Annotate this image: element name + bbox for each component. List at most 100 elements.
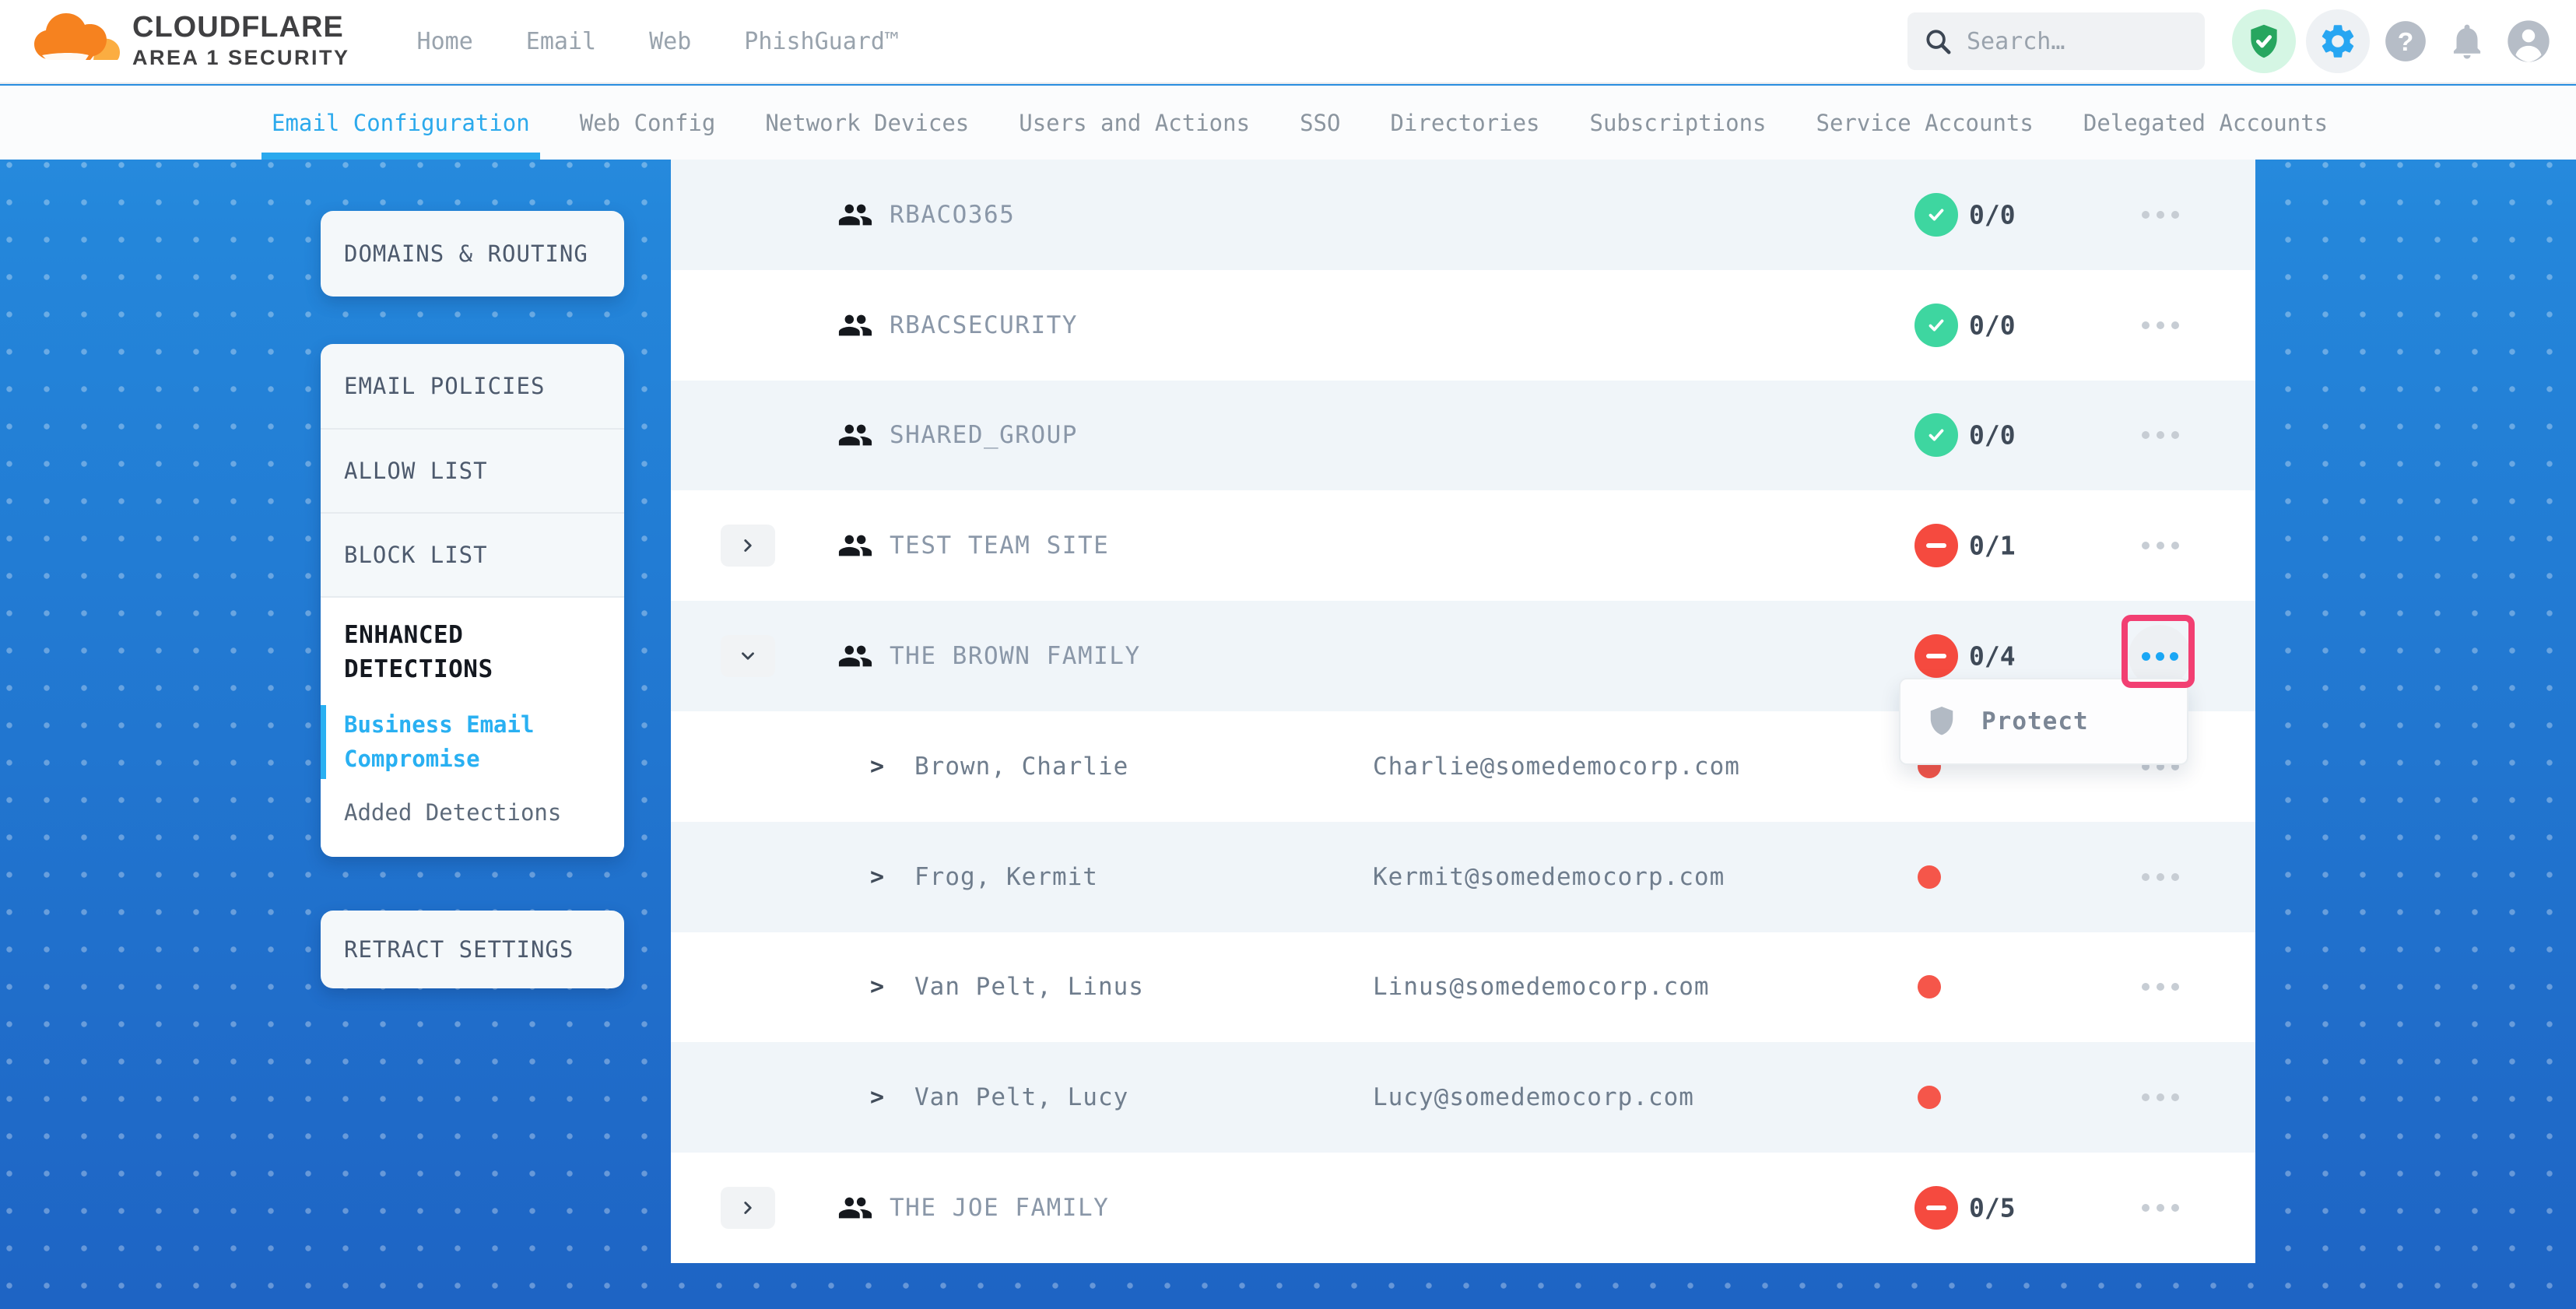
top-right-cluster: ? [1907, 9, 2554, 73]
group-icon [837, 1190, 873, 1226]
member-caret-icon[interactable]: > [870, 974, 884, 1001]
table-row-group: RBACSECURITY 0/0 [671, 270, 2255, 381]
member-caret-icon[interactable]: > [870, 863, 884, 890]
top-nav-phishguard[interactable]: PhishGuard™ [744, 28, 899, 55]
top-nav-home[interactable]: Home [417, 28, 473, 55]
status-dot-unprotected [1918, 1086, 1941, 1109]
gear-icon [2318, 21, 2358, 61]
member-name: Van Pelt, Lucy [914, 1083, 1128, 1111]
tab-users-and-actions[interactable]: Users and Actions [1019, 86, 1250, 160]
tab-network-devices[interactable]: Network Devices [765, 86, 969, 160]
collapse-button[interactable] [721, 635, 775, 677]
sidebar-card-domains-routing[interactable]: DOMAINS & ROUTING [321, 211, 624, 297]
minus-icon [1926, 654, 1946, 658]
protection-count: 0/1 [1969, 531, 2016, 561]
question-icon: ? [2381, 17, 2430, 65]
svg-text:?: ? [2398, 28, 2414, 57]
tab-web-config[interactable]: Web Config [580, 86, 716, 160]
search-input[interactable] [1965, 27, 2189, 56]
sidebar-item-domains-routing[interactable]: DOMAINS & ROUTING [344, 240, 588, 267]
row-menu-button[interactable] [2134, 1086, 2187, 1109]
protection-count: 0/4 [1969, 641, 2016, 672]
minus-icon [1926, 1205, 1946, 1210]
sidebar-item-email-policies[interactable]: EMAIL POLICIES [321, 344, 624, 428]
top-nav-web[interactable]: Web [649, 28, 691, 55]
group-name: THE JOE FAMILY [890, 1194, 1109, 1222]
notifications-button[interactable] [2441, 16, 2493, 67]
member-caret-icon[interactable]: > [870, 753, 884, 780]
brand-name: CLOUDFLARE [132, 12, 350, 42]
group-icon [837, 417, 873, 453]
table-row-group: SHARED_GROUP 0/0 [671, 381, 2255, 491]
status-badge-pass [1914, 193, 1958, 237]
row-menu-button[interactable] [2134, 534, 2187, 557]
status-dot-unprotected [1918, 975, 1941, 998]
table-row-group: THE JOE FAMILY 0/5 [671, 1153, 2255, 1263]
protection-count: 0/0 [1969, 199, 2016, 230]
sidebar-card-policies: EMAIL POLICIES ALLOW LIST BLOCK LIST ENH… [321, 344, 624, 857]
sidebar-section-enhanced-detections: ENHANCED DETECTIONS Business Email Compr… [321, 596, 624, 857]
table-row-group: RBACO365 0/0 [671, 160, 2255, 270]
account-button[interactable] [2503, 16, 2554, 67]
sidebar-item-added-detections[interactable]: Added Detections [344, 796, 602, 830]
protection-count: 0/0 [1969, 420, 2016, 451]
member-name: Van Pelt, Linus [914, 973, 1144, 1001]
settings-button[interactable] [2306, 9, 2370, 73]
menu-item-protect[interactable]: Protect [1981, 707, 2089, 735]
member-email: Kermit@somedemocorp.com [1373, 863, 1725, 891]
group-name: RBACO365 [890, 201, 1015, 229]
row-context-menu: Protect [1899, 678, 2188, 765]
top-bar: CLOUDFLARE AREA 1 SECURITY Home Email We… [0, 0, 2576, 84]
status-badge-fail [1914, 524, 1958, 567]
tab-service-accounts[interactable]: Service Accounts [1816, 86, 2034, 160]
group-name: RBACSECURITY [890, 311, 1078, 339]
section-tabs: Email Configuration Web Config Network D… [0, 86, 2576, 160]
enhanced-detections-title[interactable]: ENHANCED DETECTIONS [344, 618, 602, 686]
expand-button[interactable] [721, 1187, 775, 1229]
tab-delegated-accounts[interactable]: Delegated Accounts [2083, 86, 2328, 160]
group-icon [837, 528, 873, 563]
protection-count: 0/5 [1969, 1193, 2016, 1223]
row-menu-button[interactable] [2134, 865, 2187, 889]
row-menu-button[interactable] [2134, 975, 2187, 998]
page-background: CLOUDFLARE AREA 1 SECURITY Home Email We… [0, 0, 2576, 1309]
help-button[interactable]: ? [2380, 16, 2431, 67]
chevron-down-icon [738, 646, 758, 666]
brand-subtitle: AREA 1 SECURITY [132, 47, 350, 68]
table-row-member: > Frog, Kermit Kermit@somedemocorp.com [671, 822, 2255, 932]
sidebar-item-retract-settings[interactable]: RETRACT SETTINGS [344, 936, 574, 963]
search-box[interactable] [1907, 12, 2205, 70]
tab-subscriptions[interactable]: Subscriptions [1590, 86, 1767, 160]
member-name: Brown, Charlie [914, 753, 1128, 781]
member-name: Frog, Kermit [914, 863, 1098, 891]
group-icon [837, 307, 873, 343]
member-email: Charlie@somedemocorp.com [1373, 753, 1740, 781]
member-caret-icon[interactable]: > [870, 1084, 884, 1111]
status-badge-fail [1914, 634, 1958, 678]
search-icon [1923, 26, 1953, 56]
status-badge-pass [1914, 413, 1958, 457]
top-navigation: Home Email Web PhishGuard™ [417, 28, 899, 55]
protection-count: 0/0 [1969, 310, 2016, 340]
sidebar-item-business-email-compromise[interactable]: Business Email Compromise [344, 708, 602, 776]
row-menu-button[interactable] [2134, 203, 2187, 226]
table-row-group: TEST TEAM SITE 0/1 [671, 490, 2255, 601]
group-name: THE BROWN FAMILY [890, 642, 1141, 670]
chevron-right-icon [738, 535, 758, 556]
tab-directories[interactable]: Directories [1390, 86, 1539, 160]
table-row-member: > Van Pelt, Lucy Lucy@somedemocorp.com [671, 1042, 2255, 1153]
row-menu-button[interactable] [2134, 423, 2187, 447]
sidebar-item-block-list[interactable]: BLOCK LIST [321, 512, 624, 596]
top-nav-email[interactable]: Email [526, 28, 596, 55]
member-email: Linus@somedemocorp.com [1373, 973, 1710, 1001]
cloudflare-logo[interactable]: CLOUDFLARE AREA 1 SECURITY [33, 11, 350, 72]
tab-sso[interactable]: SSO [1300, 86, 1340, 160]
shield-check-icon [2244, 22, 2283, 61]
sidebar-card-retract-settings[interactable]: RETRACT SETTINGS [321, 911, 624, 988]
sidebar-item-allow-list[interactable]: ALLOW LIST [321, 428, 624, 512]
tab-email-configuration[interactable]: Email Configuration [272, 86, 530, 160]
security-status-button[interactable] [2232, 9, 2296, 73]
row-menu-button[interactable] [2134, 314, 2187, 337]
expand-button[interactable] [721, 525, 775, 567]
row-menu-button[interactable] [2134, 1196, 2187, 1220]
